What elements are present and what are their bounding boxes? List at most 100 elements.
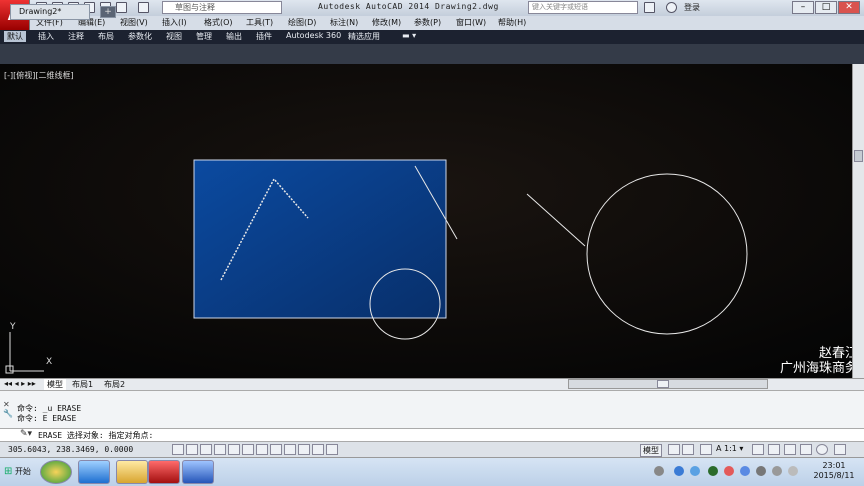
tab-parametric[interactable]: 参数化 [128, 31, 152, 42]
drawing-svg [0, 64, 852, 378]
word-icon[interactable] [182, 460, 214, 484]
network-tray-icon[interactable] [690, 466, 700, 476]
new-tab-button[interactable]: + [100, 6, 116, 18]
minimize-button[interactable]: – [792, 1, 814, 14]
lineweight-icon[interactable] [284, 444, 296, 455]
quick-properties-icon[interactable] [312, 444, 324, 455]
model-space-button[interactable]: 模型 [640, 444, 662, 457]
drawing-canvas[interactable] [0, 64, 852, 378]
clock-date: 2015/8/11 [813, 471, 855, 480]
selection-cycling-icon[interactable] [326, 444, 338, 455]
clean-screen-icon[interactable] [834, 444, 846, 455]
user-icon[interactable] [666, 2, 677, 13]
snap-icon[interactable] [172, 444, 184, 455]
menu-insert[interactable]: 插入(I) [162, 17, 187, 28]
tab-autodesk-360[interactable]: Autodesk 360 [286, 31, 341, 40]
quick-view-drawings-icon[interactable] [682, 444, 694, 455]
system-clock[interactable]: 23:01 2015/8/11 [808, 461, 860, 481]
search-icon[interactable] [644, 2, 655, 13]
window-title: Autodesk AutoCAD 2014 Drawing2.dwg [318, 2, 499, 11]
command-history-line: 命令: E ERASE [17, 414, 77, 423]
menu-tools[interactable]: 工具(T) [246, 17, 273, 28]
hardware-acceleration-icon[interactable] [800, 444, 812, 455]
internet-explorer-icon[interactable] [78, 460, 110, 484]
viewport-controls[interactable]: [-][俯视][二维线框] [4, 70, 74, 81]
tab-manage[interactable]: 管理 [196, 31, 212, 42]
lock-icon[interactable] [784, 444, 796, 455]
tray-icon-2[interactable] [708, 466, 718, 476]
grid-icon[interactable] [186, 444, 198, 455]
ucs-x-label: X [46, 357, 53, 367]
ducs-icon[interactable] [256, 444, 268, 455]
maximize-button[interactable]: □ [815, 1, 837, 14]
menu-dimension[interactable]: 标注(N) [330, 17, 358, 28]
command-history: 命令: _u ERASE 命令: E ERASE [0, 390, 864, 428]
search-input[interactable]: 键入关键字或短语 [528, 1, 638, 14]
transparency-icon[interactable] [298, 444, 310, 455]
menu-view[interactable]: 视图(V) [120, 17, 148, 28]
watermark-line2: 广州海珠商务 [779, 361, 858, 376]
tab-layout[interactable]: 布局 [98, 31, 114, 42]
windows-logo-icon: ⊞ [4, 466, 13, 477]
osnap-icon[interactable] [228, 444, 240, 455]
browser-icon[interactable] [40, 460, 72, 484]
ribbon-toggle-icon[interactable]: ▬ ▾ [402, 31, 416, 40]
annotation-scale-select[interactable]: A 1:1 ▾ [716, 444, 743, 453]
tab-annotate[interactable]: 注释 [68, 31, 84, 42]
dyn-icon[interactable] [270, 444, 282, 455]
document-tab-bar [0, 44, 864, 64]
menu-parametric[interactable]: 参数(P) [414, 17, 441, 28]
horizontal-scrollbar[interactable] [568, 379, 768, 389]
tray-icon-4[interactable] [740, 466, 750, 476]
polar-icon[interactable] [214, 444, 226, 455]
close-button[interactable]: ✕ [838, 1, 860, 14]
workspace-select[interactable]: 草图与注释 [162, 1, 282, 14]
undo-icon[interactable] [116, 2, 127, 13]
tab-view[interactable]: 视图 [166, 31, 182, 42]
coordinate-readout: 305.6043, 238.3469, 0.0000 [8, 445, 134, 454]
tab-featured-apps[interactable]: 精选应用 [348, 31, 380, 42]
command-close-icon[interactable]: ✕ 🔧 [3, 400, 13, 426]
explorer-folder-icon[interactable] [116, 460, 148, 484]
vertical-scroll-thumb[interactable] [854, 150, 863, 162]
tray-icon-1[interactable] [654, 466, 664, 476]
ortho-icon[interactable] [200, 444, 212, 455]
menu-window[interactable]: 窗口(W) [456, 17, 486, 28]
tab-default[interactable]: 默认 [4, 31, 26, 42]
redo-icon[interactable] [138, 2, 149, 13]
tab-output[interactable]: 输出 [226, 31, 242, 42]
vertical-scrollbar[interactable] [852, 64, 864, 378]
workspace-switch-icon[interactable] [768, 444, 780, 455]
document-tab-drawing2[interactable]: Drawing2* [10, 4, 90, 20]
quick-view-layouts-icon[interactable] [668, 444, 680, 455]
lightbulb-icon[interactable] [816, 444, 828, 455]
annotation-visibility-icon[interactable] [752, 444, 764, 455]
watermark-line1: 赵春江 [818, 346, 858, 361]
ucs-y-label: Y [10, 322, 16, 332]
tab-model[interactable]: 模型 [44, 379, 66, 390]
menu-modify[interactable]: 修改(M) [372, 17, 401, 28]
tray-icon-5[interactable] [756, 466, 766, 476]
menu-draw[interactable]: 绘图(D) [288, 17, 316, 28]
tab-layout2[interactable]: 布局2 [104, 379, 125, 390]
help-tray-icon[interactable] [674, 466, 684, 476]
tray-icon-3[interactable] [724, 466, 734, 476]
network-status-icon[interactable] [788, 466, 798, 476]
layout-nav-icon[interactable]: ◂◂ ◂ ▸ ▸▸ [4, 379, 36, 388]
otrack-icon[interactable] [242, 444, 254, 455]
ribbon-tabs: 默认 插入 注释 布局 参数化 视图 管理 输出 插件 Autodesk 360… [0, 30, 864, 44]
start-button[interactable]: ⊞ 开始 [0, 460, 36, 484]
login-link[interactable]: 登录 [684, 2, 700, 13]
horizontal-scroll-thumb[interactable] [657, 380, 669, 388]
menu-format[interactable]: 格式(O) [204, 17, 233, 28]
tab-layout1[interactable]: 布局1 [72, 379, 93, 390]
command-prompt-text: ERASE 选择对象: 指定对角点: [38, 431, 154, 440]
clock-time: 23:01 [822, 461, 846, 470]
tab-insert[interactable]: 插入 [38, 31, 54, 42]
annotation-scale-icon[interactable] [700, 444, 712, 455]
menu-help[interactable]: 帮助(H) [498, 17, 526, 28]
volume-tray-icon[interactable] [772, 466, 782, 476]
autocad-taskbar-icon[interactable] [148, 460, 180, 484]
command-prompt-icon: ✎▾ [20, 429, 33, 439]
tab-plugins[interactable]: 插件 [256, 31, 272, 42]
